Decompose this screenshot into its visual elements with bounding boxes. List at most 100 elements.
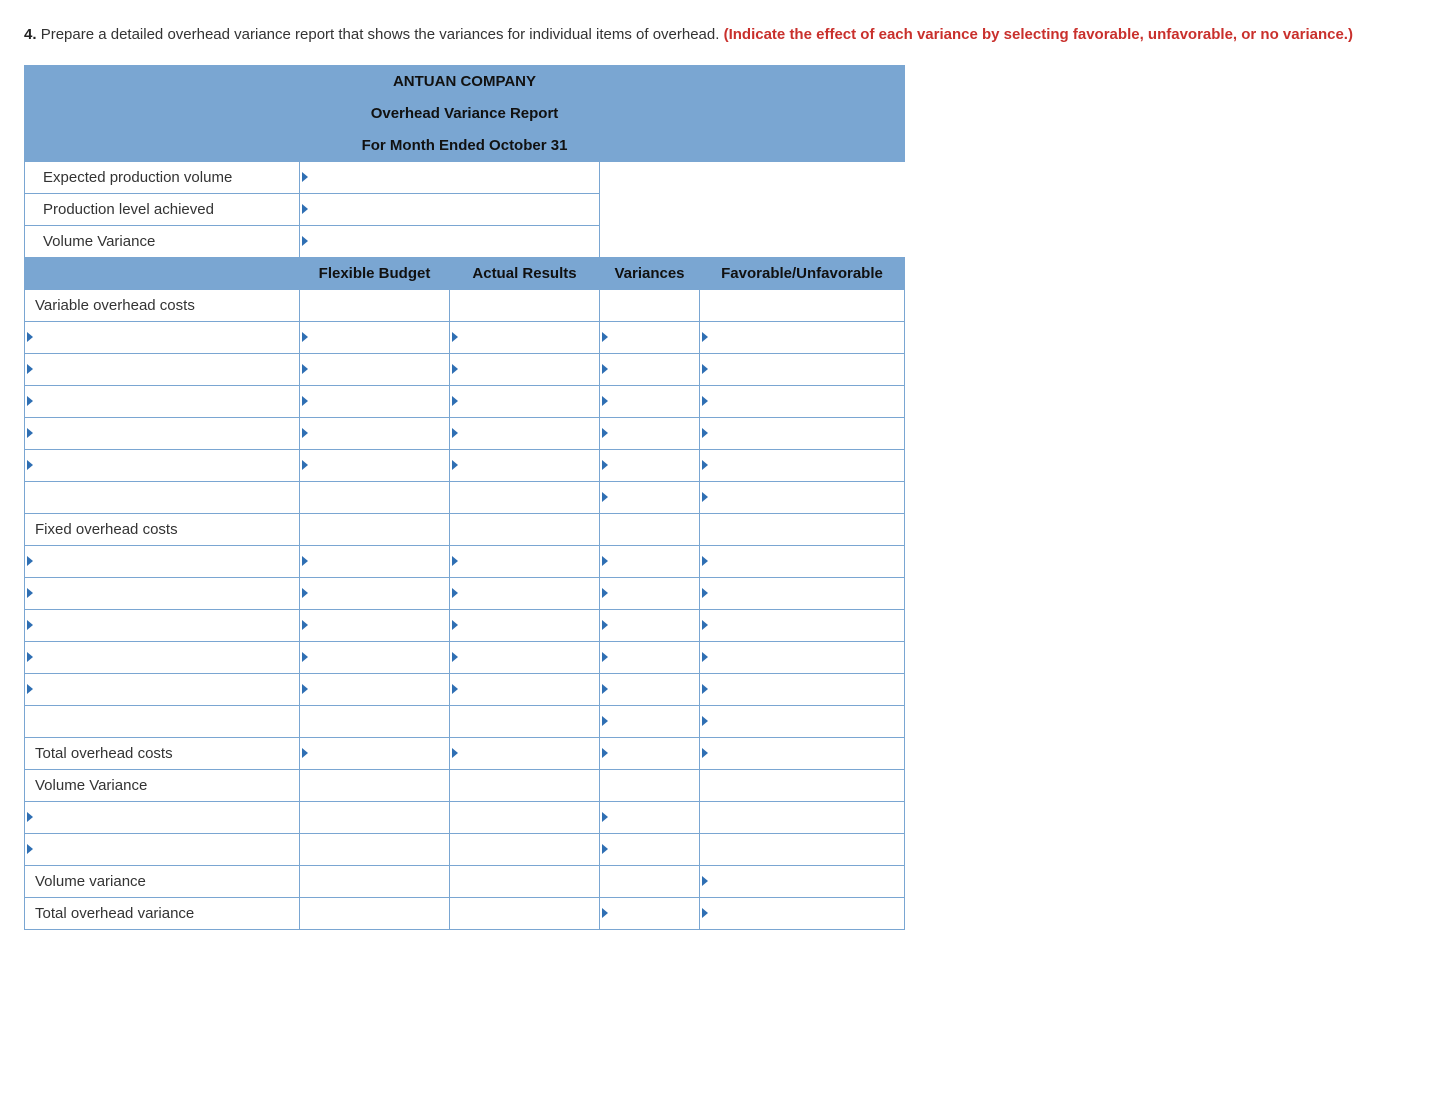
dropdown-icon (452, 428, 458, 438)
variable-item-name[interactable] (25, 353, 300, 385)
dropdown-icon (27, 428, 33, 438)
fixed-item-name[interactable] (25, 609, 300, 641)
fixed-item-flex[interactable] (300, 673, 450, 705)
variable-item-actual[interactable] (450, 449, 600, 481)
fixed-item-actual[interactable] (450, 641, 600, 673)
variable-item-fav[interactable] (700, 385, 905, 417)
variable-item-fav[interactable] (700, 449, 905, 481)
dropdown-icon (602, 812, 608, 822)
volvar-item-var[interactable] (600, 833, 700, 865)
question-emphasis: (Indicate the effect of each variance by… (724, 26, 1353, 43)
fixed-item-flex[interactable] (300, 577, 450, 609)
variable-item-flex[interactable] (300, 353, 450, 385)
variable-item-actual[interactable] (450, 321, 600, 353)
variable-item-name[interactable] (25, 449, 300, 481)
total-overhead-fav[interactable] (700, 737, 905, 769)
variable-item-fav[interactable] (700, 321, 905, 353)
fixed-item-fav[interactable] (700, 609, 905, 641)
dropdown-icon (302, 748, 308, 758)
fixed-item-name[interactable] (25, 641, 300, 673)
empty-cell (450, 897, 600, 929)
input-volume-variance-top[interactable] (300, 225, 600, 257)
volvar-item-var[interactable] (600, 801, 700, 833)
dropdown-icon (27, 684, 33, 694)
fixed-item-name[interactable] (25, 673, 300, 705)
volvar-item-name[interactable] (25, 801, 300, 833)
dropdown-icon (27, 588, 33, 598)
variable-item-flex[interactable] (300, 321, 450, 353)
fixed-item-actual[interactable] (450, 609, 600, 641)
dropdown-icon (702, 588, 708, 598)
variable-item-flex[interactable] (300, 417, 450, 449)
fixed-item-fav[interactable] (700, 641, 905, 673)
volvar-item-flex (300, 801, 450, 833)
fixed-item-flex[interactable] (300, 641, 450, 673)
variable-subtotal-fav[interactable] (700, 481, 905, 513)
total-overhead-actual[interactable] (450, 737, 600, 769)
variable-item-var[interactable] (600, 417, 700, 449)
fixed-item-fav[interactable] (700, 577, 905, 609)
question-body: Prepare a detailed overhead variance rep… (41, 26, 720, 43)
variable-item-flex[interactable] (300, 449, 450, 481)
empty-cell (600, 865, 700, 897)
fixed-item-name[interactable] (25, 545, 300, 577)
variable-item-flex[interactable] (300, 385, 450, 417)
dropdown-icon (702, 556, 708, 566)
dropdown-icon (302, 684, 308, 694)
total-overhead-variance-var[interactable] (600, 897, 700, 929)
variable-item-var[interactable] (600, 321, 700, 353)
fixed-item-fav[interactable] (700, 673, 905, 705)
fixed-item-actual[interactable] (450, 673, 600, 705)
volume-variance-fav[interactable] (700, 865, 905, 897)
fixed-item-fav[interactable] (700, 545, 905, 577)
variable-item-name[interactable] (25, 417, 300, 449)
variable-item-name[interactable] (25, 385, 300, 417)
empty-cell (450, 289, 600, 321)
col-favorable: Favorable/Unfavorable (700, 257, 905, 289)
row-total-overhead-costs: Total overhead costs (25, 737, 300, 769)
dropdown-icon (702, 460, 708, 470)
variable-item-actual[interactable] (450, 385, 600, 417)
total-overhead-variance-fav[interactable] (700, 897, 905, 929)
dropdown-icon (452, 332, 458, 342)
fixed-item-var[interactable] (600, 609, 700, 641)
fixed-subtotal-var[interactable] (600, 705, 700, 737)
variable-item-var[interactable] (600, 449, 700, 481)
variable-subtotal-var[interactable] (600, 481, 700, 513)
dropdown-icon (702, 716, 708, 726)
dropdown-icon (702, 332, 708, 342)
dropdown-icon (302, 396, 308, 406)
fixed-item-name[interactable] (25, 577, 300, 609)
row-expected-production: Expected production volume (25, 161, 300, 193)
fixed-item-actual[interactable] (450, 545, 600, 577)
dropdown-icon (702, 748, 708, 758)
fixed-subtotal-fav[interactable] (700, 705, 905, 737)
input-expected-production[interactable] (300, 161, 600, 193)
variable-item-actual[interactable] (450, 353, 600, 385)
dropdown-icon (27, 556, 33, 566)
variable-item-var[interactable] (600, 353, 700, 385)
volvar-item-name[interactable] (25, 833, 300, 865)
fixed-item-flex[interactable] (300, 609, 450, 641)
fixed-item-var[interactable] (600, 641, 700, 673)
variable-item-name[interactable] (25, 321, 300, 353)
fixed-item-actual[interactable] (450, 577, 600, 609)
dropdown-icon (302, 620, 308, 630)
variable-item-actual[interactable] (450, 417, 600, 449)
dropdown-icon (702, 364, 708, 374)
variable-item-fav[interactable] (700, 353, 905, 385)
dropdown-icon (702, 652, 708, 662)
fixed-item-var[interactable] (600, 673, 700, 705)
variable-item-fav[interactable] (700, 417, 905, 449)
input-production-achieved[interactable] (300, 193, 600, 225)
dropdown-icon (452, 620, 458, 630)
fixed-item-var[interactable] (600, 577, 700, 609)
total-overhead-var[interactable] (600, 737, 700, 769)
total-overhead-flex[interactable] (300, 737, 450, 769)
variable-item-var[interactable] (600, 385, 700, 417)
fixed-item-var[interactable] (600, 545, 700, 577)
col-variances: Variances (600, 257, 700, 289)
dropdown-icon (27, 396, 33, 406)
col-blank-header (25, 257, 300, 289)
fixed-item-flex[interactable] (300, 545, 450, 577)
